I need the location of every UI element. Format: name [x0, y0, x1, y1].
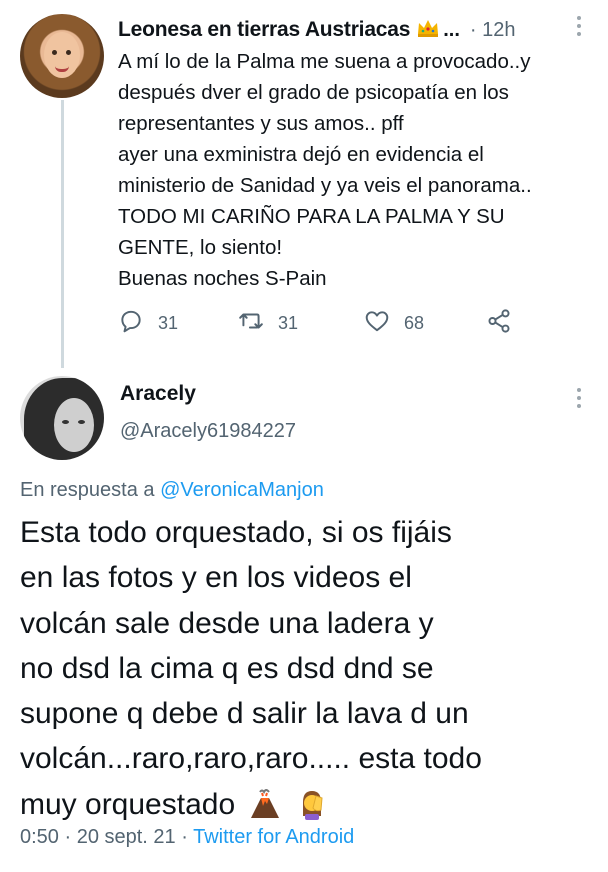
- reply-context: En respuesta a @VeronicaManjon: [20, 479, 324, 502]
- avatar[interactable]: [20, 14, 104, 98]
- tweet-text-line: TODO MI CARIÑO PARA LA PALMA Y SU: [118, 205, 505, 228]
- tweet-text-line: supone q debe d salir la lava d un: [20, 697, 469, 731]
- display-name[interactable]: Aracely: [120, 382, 196, 406]
- thread-line: [61, 100, 64, 368]
- tweet-text-line: volcán...raro,raro,raro..... esta todo: [20, 742, 482, 776]
- avatar-eye: [66, 50, 71, 55]
- share-button[interactable]: [486, 308, 512, 339]
- avatar-eye: [78, 420, 85, 424]
- retweet-icon: [238, 308, 264, 339]
- reply-button[interactable]: 31: [118, 308, 178, 339]
- tweet-timestamp[interactable]: 0:50 · 20 sept. 21 ·: [20, 826, 193, 848]
- avatar-eye: [52, 50, 57, 55]
- action-bar: 31 31 68: [118, 305, 538, 341]
- tweet-text-line: no dsd la cima q es dsd dnd se: [20, 651, 434, 685]
- more-icon[interactable]: [574, 388, 584, 410]
- tweet-text-line: Esta todo orquestado, si os fijáis: [20, 516, 452, 549]
- avatar-face: [54, 398, 94, 452]
- retweet-button[interactable]: 31: [238, 308, 298, 339]
- tweet-source-link[interactable]: Twitter for Android: [193, 826, 354, 848]
- reply-icon: [118, 308, 144, 339]
- retweet-count: 31: [278, 312, 299, 333]
- like-button[interactable]: 68: [364, 308, 424, 339]
- like-count: 68: [404, 312, 425, 333]
- avatar-eye: [62, 420, 69, 424]
- reply-count: 31: [158, 312, 179, 333]
- tweet-text-line: ayer una exministra dejó en evidencia el: [118, 143, 484, 166]
- tweet-time[interactable]: · 12h: [470, 19, 516, 42]
- avatar[interactable]: [20, 376, 104, 460]
- tweet-text-line: muy orquestado: [20, 787, 236, 821]
- crown-icon: [416, 18, 440, 43]
- mention-link[interactable]: @VeronicaManjon: [160, 479, 324, 501]
- user-handle[interactable]: @Aracely61984227: [120, 420, 296, 443]
- tweet-text-line: volcán sale desde una ladera y: [20, 606, 434, 640]
- like-icon: [364, 308, 390, 339]
- display-name[interactable]: Leonesa en tierras Austriacas: [118, 18, 410, 42]
- tweet-text-line: después dver el grado de psicopatía en l…: [118, 81, 509, 104]
- name-truncation: ...: [443, 18, 460, 41]
- tweet-text-line: Buenas noches S-Pain: [118, 267, 327, 290]
- reply-prefix: En respuesta a: [20, 479, 161, 501]
- tweet-header: Leonesa en tierras Austriacas ... · 12h: [118, 14, 588, 46]
- tweet-text-line: en las fotos y en los videos el: [20, 561, 412, 595]
- more-icon[interactable]: [574, 16, 584, 38]
- parent-tweet[interactable]: Leonesa en tierras Austriacas ... · 12h …: [0, 0, 608, 370]
- tweet-text: Esta todo orquestado, si os fijáis en la…: [20, 510, 600, 833]
- tweet-text-line: A mí lo de la Palma me suena a provocado…: [118, 50, 531, 73]
- tweet-text: A mí lo de la Palma me suena a provocado…: [118, 46, 598, 294]
- tweet-text-line: ministerio de Sanidad y ya veis el panor…: [118, 174, 532, 197]
- tweet-text-line: representantes y sus amos.. pff: [118, 112, 404, 135]
- tweet-text-line: GENTE, lo siento!: [118, 236, 283, 259]
- tweet-meta: 0:50 · 20 sept. 21 · Twitter for Android: [20, 826, 354, 849]
- share-icon: [486, 308, 512, 339]
